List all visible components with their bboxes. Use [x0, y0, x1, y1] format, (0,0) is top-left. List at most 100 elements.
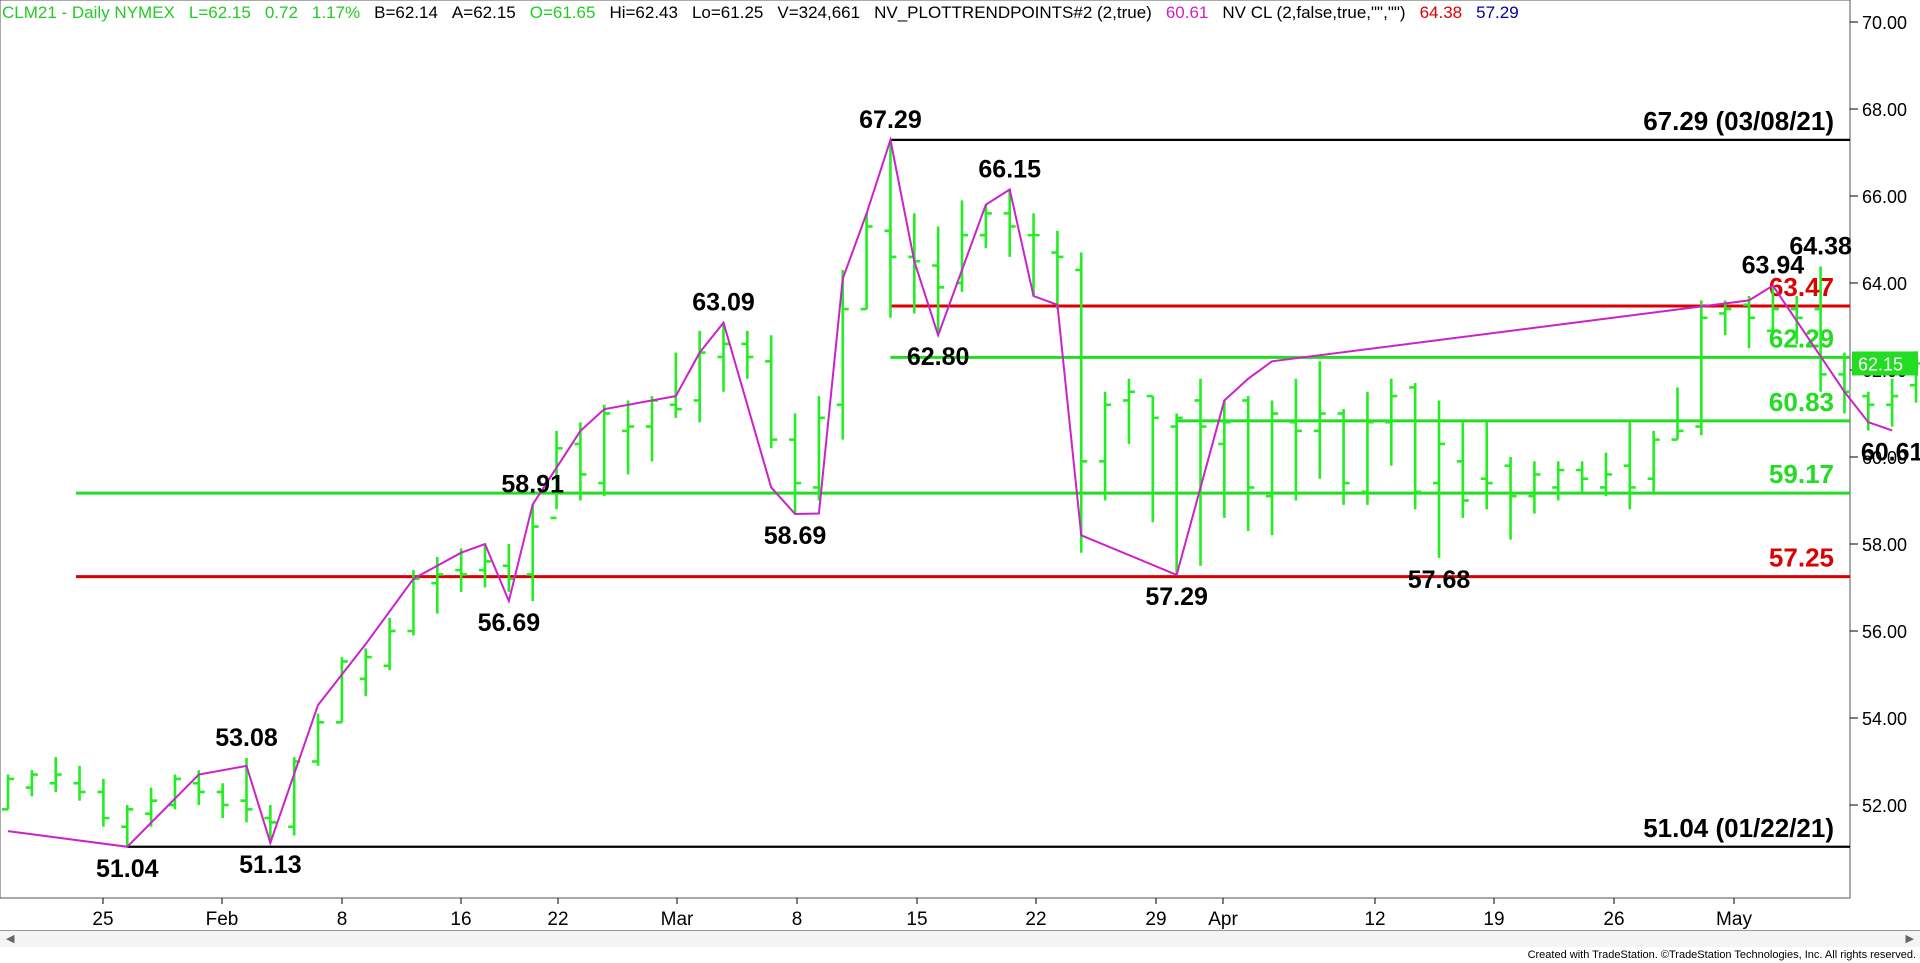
x-tick-label: Feb — [206, 909, 239, 930]
scroll-right-icon[interactable]: ▶ — [1906, 932, 1914, 945]
x-tick-label: Apr — [1208, 909, 1238, 930]
plot-frame — [0, 0, 1851, 899]
credit-text: Created with TradeStation. ©TradeStation… — [1527, 949, 1916, 961]
horizontal-scrollbar[interactable]: ◀ ▶ — [0, 930, 1920, 947]
swing-label: 57.29 — [1145, 583, 1208, 611]
level-label: 57.25 — [1769, 543, 1834, 573]
ohlc-bar — [335, 657, 348, 724]
swing-label: 58.91 — [501, 470, 564, 498]
swing-label: 53.08 — [215, 724, 278, 752]
ohlc-bar — [1242, 396, 1255, 531]
ohlc-bar — [693, 330, 706, 423]
y-tick-label: 66.00 — [1862, 187, 1907, 207]
ohlc-bar — [1886, 378, 1899, 427]
ohlc-bar — [1027, 213, 1040, 297]
ohlc-bar — [812, 396, 825, 501]
ohlc-bar — [1552, 461, 1565, 501]
ohlc-bar — [359, 648, 372, 697]
ohlc-bar — [145, 787, 158, 827]
ohlc-bar — [932, 226, 945, 336]
y-tick-label: 54.00 — [1862, 709, 1907, 729]
x-tick-label: 8 — [337, 909, 348, 930]
y-tick-label: 70.00 — [1862, 13, 1907, 33]
x-tick-label: 15 — [906, 909, 927, 930]
ohlc-bar — [979, 204, 992, 249]
ohlc-bar — [1433, 400, 1445, 558]
last-price-label: 62.15 — [1858, 354, 1903, 374]
ohlc-bar — [97, 778, 110, 827]
ohlc-bar — [383, 617, 396, 671]
ohlc-bar — [216, 783, 229, 819]
ohlc-bar — [49, 757, 62, 792]
ohlc-bar — [1504, 457, 1517, 540]
ohlc-bar — [622, 400, 635, 475]
ohlc-bar — [1051, 230, 1064, 310]
x-tick-label: 16 — [450, 909, 471, 930]
ohlc-bar — [1623, 422, 1636, 510]
ohlc-bar — [1838, 352, 1851, 414]
x-tick-label: 26 — [1603, 909, 1624, 930]
x-tick-label: 29 — [1145, 909, 1166, 930]
x-tick-label: 25 — [92, 909, 113, 930]
x-tick-label: 12 — [1364, 909, 1385, 930]
ohlc-bar — [1409, 383, 1422, 510]
swing-label: 64.38 — [1789, 232, 1852, 260]
y-tick-label: 58.00 — [1862, 535, 1907, 555]
level-label: 59.17 — [1769, 459, 1834, 489]
ohlc-bar — [1456, 422, 1469, 518]
ohlc-bar — [765, 335, 778, 449]
swing-label: 56.69 — [478, 609, 541, 637]
ohlc-bar — [121, 805, 134, 847]
ohlc-bar — [1480, 422, 1493, 510]
ohlc-bar — [789, 413, 802, 514]
x-tick-label: Mar — [661, 909, 694, 930]
ohlc-bar — [574, 422, 587, 501]
ohlc-bar — [1695, 300, 1708, 436]
ohlc-bar — [1003, 189, 1016, 257]
x-tick-label: 8 — [792, 909, 803, 930]
ohlc-bar — [312, 713, 325, 766]
swing-label: 51.04 — [96, 855, 159, 883]
ohlc-bar — [1146, 394, 1159, 523]
ohlc-bar — [1075, 252, 1088, 553]
swing-label: 63.09 — [692, 289, 755, 317]
ohlc-bar — [73, 765, 86, 801]
x-tick-label: 22 — [1025, 909, 1046, 930]
ohlc-bar — [884, 139, 897, 318]
ohlc-bar — [598, 404, 611, 497]
ohlc-bar — [1337, 409, 1350, 505]
swing-label: 51.13 — [239, 851, 302, 879]
swing-label: 57.68 — [1408, 566, 1471, 594]
level-label: 51.04 (01/22/21) — [1643, 813, 1834, 843]
ohlc-bar — [1289, 378, 1302, 501]
scroll-left-icon[interactable]: ◀ — [6, 932, 14, 945]
y-tick-label: 56.00 — [1862, 622, 1907, 642]
ohlc-bar — [1576, 461, 1589, 492]
ohlc-bar — [669, 352, 682, 418]
x-tick-label: 19 — [1483, 909, 1504, 930]
ohlc-bar — [645, 396, 658, 462]
level-label: 67.29 (03/08/21) — [1643, 106, 1834, 136]
ohlc-bar — [741, 330, 754, 379]
ohlc-bar — [288, 757, 301, 836]
price-chart[interactable]: 70.0068.0066.0064.0062.0060.0058.0056.00… — [0, 0, 1920, 963]
y-tick-label: 52.00 — [1862, 796, 1907, 816]
x-tick-label: May — [1716, 909, 1752, 930]
x-tick-label: 22 — [547, 909, 568, 930]
level-label: 60.83 — [1769, 387, 1834, 417]
ohlc-bar — [1647, 430, 1660, 492]
ohlc-bar — [1671, 387, 1684, 441]
ohlc-bar — [836, 269, 849, 440]
ohlc-bar — [717, 322, 730, 392]
ohlc-bar — [956, 200, 968, 292]
swing-label: 60.61 — [1861, 438, 1920, 466]
ohlc-bar — [479, 544, 491, 588]
swing-label: 58.69 — [764, 522, 827, 550]
y-tick-label: 68.00 — [1862, 100, 1907, 120]
ohlc-bar — [1599, 452, 1612, 497]
swing-label: 66.15 — [978, 155, 1041, 183]
ohlc-bar — [1099, 391, 1112, 501]
ohlc-bar — [1122, 378, 1135, 444]
y-tick-label: 64.00 — [1862, 274, 1907, 294]
swing-label: 62.80 — [907, 343, 970, 371]
